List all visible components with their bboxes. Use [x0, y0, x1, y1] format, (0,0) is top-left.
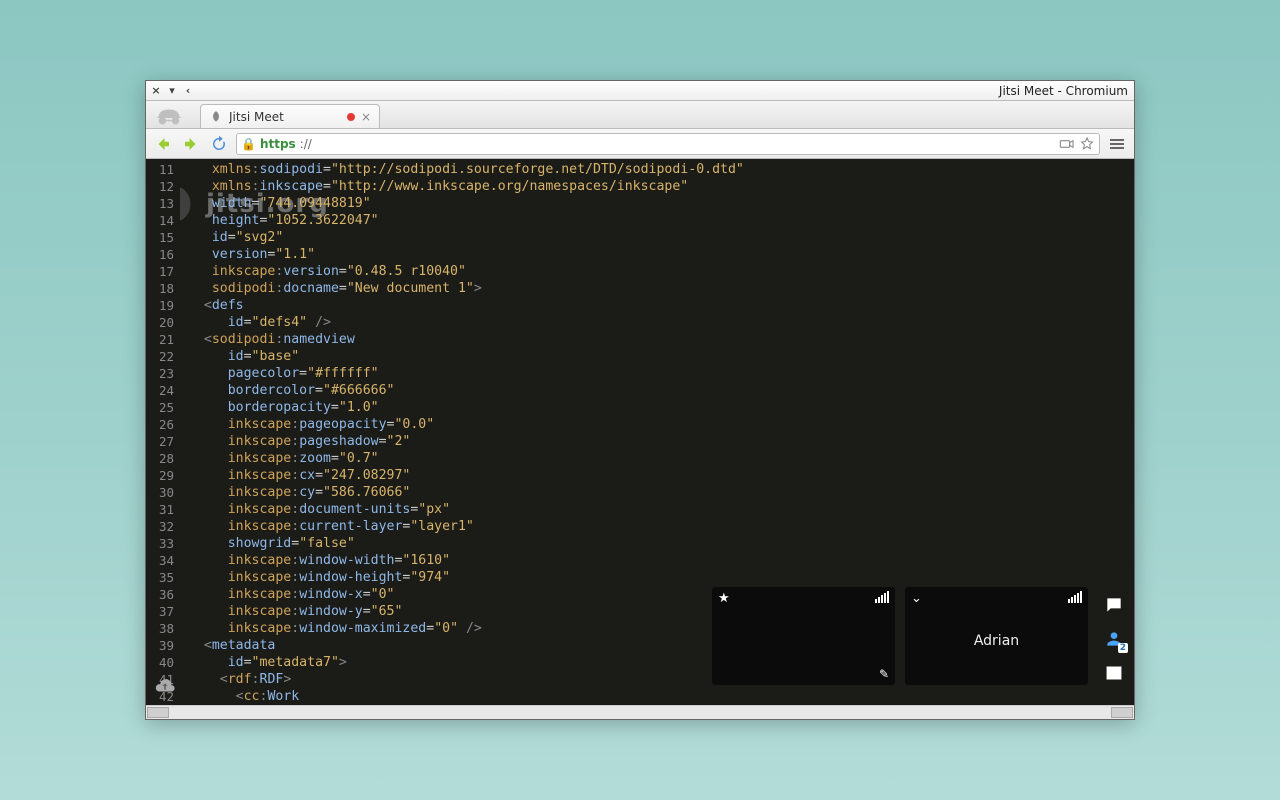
- participant-tile-remote[interactable]: ⌄ Adrian: [905, 587, 1088, 685]
- forward-button[interactable]: [180, 133, 202, 155]
- toolbar: 🔒 https ://: [146, 129, 1134, 159]
- tab-close-button[interactable]: ×: [361, 110, 371, 124]
- tab-jitsi-meet[interactable]: Jitsi Meet ×: [200, 104, 380, 128]
- bookmark-star-icon[interactable]: [1079, 136, 1095, 152]
- chat-button[interactable]: [1102, 593, 1126, 617]
- titlebar: × ▾ ‹ Jitsi Meet - Chromium: [146, 81, 1134, 101]
- participants-button[interactable]: 2: [1102, 627, 1126, 651]
- tab-title: Jitsi Meet: [229, 110, 341, 124]
- line-number-gutter: 1112131415161718192021222324252627282930…: [146, 159, 180, 705]
- address-bar[interactable]: 🔒 https ://: [236, 133, 1100, 155]
- participant-name: Adrian: [905, 633, 1088, 649]
- cloud-upload-icon[interactable]: [154, 675, 176, 697]
- filmstrip-button[interactable]: [1102, 661, 1126, 685]
- page-content: jitsi.org 111213141516171819202122232425…: [146, 159, 1134, 705]
- chevron-down-icon[interactable]: ⌄: [911, 591, 922, 606]
- minimize-button[interactable]: ▾: [166, 85, 178, 97]
- url-scheme: https: [260, 137, 296, 151]
- menu-button[interactable]: [1106, 133, 1128, 155]
- window-title: Jitsi Meet - Chromium: [999, 84, 1128, 98]
- reload-button[interactable]: [208, 133, 230, 155]
- signal-bars-icon: [1068, 591, 1082, 607]
- url-separator: ://: [300, 137, 312, 151]
- signal-bars-icon: [875, 591, 889, 607]
- tabstrip: Jitsi Meet ×: [146, 101, 1134, 129]
- back-button[interactable]: [152, 133, 174, 155]
- sidebar-buttons: 2: [1102, 593, 1126, 685]
- scroll-right-button[interactable]: [1111, 707, 1133, 718]
- incognito-icon: [152, 106, 186, 128]
- scroll-left-button[interactable]: [147, 707, 169, 718]
- jitsi-favicon-icon: [209, 110, 223, 124]
- participant-count-badge: 2: [1118, 643, 1128, 653]
- lock-icon: 🔒: [241, 137, 256, 151]
- close-button[interactable]: ×: [150, 85, 162, 97]
- participant-tiles: ★ ✎ ⌄ Adrian: [712, 587, 1088, 685]
- back-chevron-icon[interactable]: ‹: [182, 85, 194, 97]
- participant-tile-self[interactable]: ★ ✎: [712, 587, 895, 685]
- recording-indicator-icon: [347, 113, 355, 121]
- moderator-star-icon: ★: [718, 591, 730, 606]
- horizontal-scrollbar[interactable]: [146, 705, 1134, 719]
- browser-window: × ▾ ‹ Jitsi Meet - Chromium Jitsi Meet ×: [145, 80, 1135, 720]
- camera-icon[interactable]: [1059, 136, 1075, 152]
- edit-name-icon[interactable]: ✎: [879, 667, 889, 681]
